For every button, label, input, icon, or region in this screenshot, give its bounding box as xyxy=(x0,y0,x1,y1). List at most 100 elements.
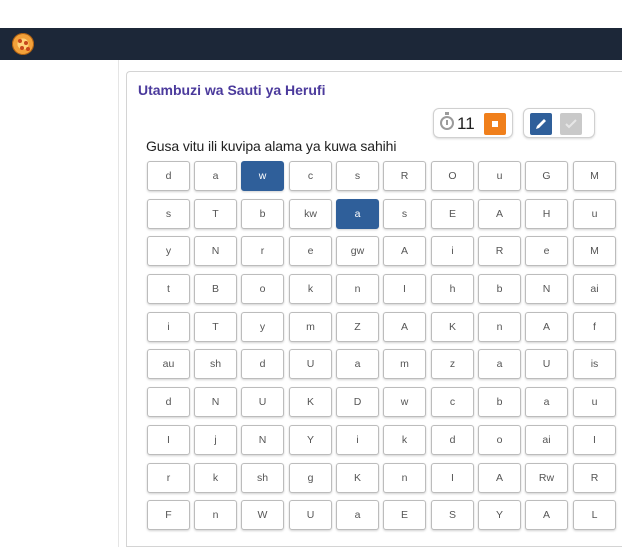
grid-cell[interactable]: U xyxy=(525,349,568,380)
grid-cell[interactable]: e xyxy=(525,236,568,267)
grid-cell[interactable]: Y xyxy=(289,424,332,455)
grid-cell[interactable]: H xyxy=(525,198,568,229)
grid-cell[interactable]: B xyxy=(194,274,237,305)
grid-cell[interactable]: I xyxy=(431,462,474,493)
grid-cell[interactable]: k xyxy=(289,274,332,305)
grid-cell[interactable]: D xyxy=(336,387,379,418)
grid-cell[interactable]: I xyxy=(147,424,190,455)
grid-cell[interactable]: N xyxy=(194,387,237,418)
grid-cell[interactable]: U xyxy=(241,387,284,418)
grid-cell[interactable]: Z xyxy=(336,311,379,342)
grid-cell[interactable]: r xyxy=(147,462,190,493)
grid-cell[interactable]: u xyxy=(478,161,521,191)
stop-button[interactable] xyxy=(484,113,506,135)
grid-cell[interactable]: K xyxy=(336,462,379,493)
grid-cell[interactable]: A xyxy=(525,311,568,342)
grid-cell[interactable]: gw xyxy=(336,236,379,267)
grid-cell[interactable]: d xyxy=(431,424,474,455)
grid-cell[interactable]: T xyxy=(194,311,237,342)
grid-cell[interactable]: K xyxy=(431,311,474,342)
grid-cell[interactable]: n xyxy=(336,274,379,305)
grid-cell[interactable]: M xyxy=(573,236,616,267)
grid-cell[interactable]: n xyxy=(478,311,521,342)
check-button[interactable] xyxy=(560,113,582,135)
grid-cell[interactable]: A xyxy=(478,198,521,229)
grid-cell[interactable]: a xyxy=(336,500,379,531)
grid-cell[interactable]: a xyxy=(336,349,379,380)
grid-cell[interactable]: i xyxy=(336,424,379,455)
grid-cell[interactable]: y xyxy=(147,236,190,267)
grid-cell[interactable]: ai xyxy=(573,274,616,305)
grid-cell[interactable]: c xyxy=(431,387,474,418)
grid-cell[interactable]: a xyxy=(525,387,568,418)
grid-cell[interactable]: m xyxy=(383,349,426,380)
grid-cell[interactable]: i xyxy=(147,311,190,342)
grid-cell[interactable]: Y xyxy=(478,500,521,531)
edit-button[interactable] xyxy=(530,113,552,135)
grid-cell[interactable]: b xyxy=(478,274,521,305)
grid-cell[interactable]: E xyxy=(431,198,474,229)
grid-cell[interactable]: n xyxy=(194,500,237,531)
grid-cell[interactable]: i xyxy=(431,236,474,267)
grid-cell[interactable]: r xyxy=(241,236,284,267)
grid-cell[interactable]: E xyxy=(383,500,426,531)
pizza-logo-icon[interactable] xyxy=(12,33,34,55)
grid-cell[interactable]: o xyxy=(478,424,521,455)
grid-cell[interactable]: I xyxy=(573,424,616,455)
grid-cell[interactable]: u xyxy=(573,198,616,229)
grid-cell[interactable]: is xyxy=(573,349,616,380)
grid-cell[interactable]: m xyxy=(289,311,332,342)
grid-cell[interactable]: R xyxy=(383,161,426,191)
grid-cell[interactable]: d xyxy=(241,349,284,380)
grid-cell[interactable]: kw xyxy=(289,198,332,229)
grid-cell[interactable]: o xyxy=(241,274,284,305)
grid-cell[interactable]: c xyxy=(289,161,332,191)
grid-cell[interactable]: Rw xyxy=(525,462,568,493)
grid-cell[interactable]: R xyxy=(573,462,616,493)
grid-cell[interactable]: I xyxy=(383,274,426,305)
grid-cell[interactable]: W xyxy=(241,500,284,531)
grid-cell[interactable]: a xyxy=(478,349,521,380)
grid-cell[interactable]: n xyxy=(383,462,426,493)
grid-cell[interactable]: b xyxy=(478,387,521,418)
grid-cell[interactable]: L xyxy=(573,500,616,531)
grid-cell[interactable]: z xyxy=(431,349,474,380)
grid-cell[interactable]: e xyxy=(289,236,332,267)
grid-cell[interactable]: F xyxy=(147,500,190,531)
grid-cell[interactable]: S xyxy=(431,500,474,531)
grid-cell[interactable]: N xyxy=(194,236,237,267)
grid-cell[interactable]: k xyxy=(383,424,426,455)
grid-cell[interactable]: U xyxy=(289,500,332,531)
grid-cell[interactable]: d xyxy=(147,387,190,418)
grid-cell[interactable]: G xyxy=(525,161,568,191)
grid-cell[interactable]: M xyxy=(573,161,616,191)
grid-cell[interactable]: t xyxy=(147,274,190,305)
grid-cell[interactable]: sh xyxy=(194,349,237,380)
grid-cell[interactable]: O xyxy=(431,161,474,191)
grid-cell[interactable]: K xyxy=(289,387,332,418)
grid-cell[interactable]: g xyxy=(289,462,332,493)
grid-cell[interactable]: U xyxy=(289,349,332,380)
grid-cell[interactable]: y xyxy=(241,311,284,342)
grid-cell[interactable]: k xyxy=(194,462,237,493)
grid-cell[interactable]: ai xyxy=(525,424,568,455)
grid-cell[interactable]: sh xyxy=(241,462,284,493)
grid-cell[interactable]: j xyxy=(194,424,237,455)
grid-cell[interactable]: b xyxy=(241,198,284,229)
grid-cell[interactable]: d xyxy=(147,161,190,191)
grid-cell[interactable]: au xyxy=(147,349,190,380)
grid-cell[interactable]: A xyxy=(478,462,521,493)
grid-cell[interactable]: N xyxy=(241,424,284,455)
grid-cell[interactable]: w xyxy=(241,161,284,191)
grid-cell[interactable]: N xyxy=(525,274,568,305)
grid-cell[interactable]: A xyxy=(383,311,426,342)
grid-cell[interactable]: f xyxy=(573,311,616,342)
grid-cell[interactable]: u xyxy=(573,387,616,418)
grid-cell[interactable]: s xyxy=(383,198,426,229)
grid-cell[interactable]: s xyxy=(336,161,379,191)
grid-cell[interactable]: w xyxy=(383,387,426,418)
grid-cell[interactable]: a xyxy=(336,198,379,229)
grid-cell[interactable]: s xyxy=(147,198,190,229)
grid-cell[interactable]: T xyxy=(194,198,237,229)
grid-cell[interactable]: a xyxy=(194,161,237,191)
